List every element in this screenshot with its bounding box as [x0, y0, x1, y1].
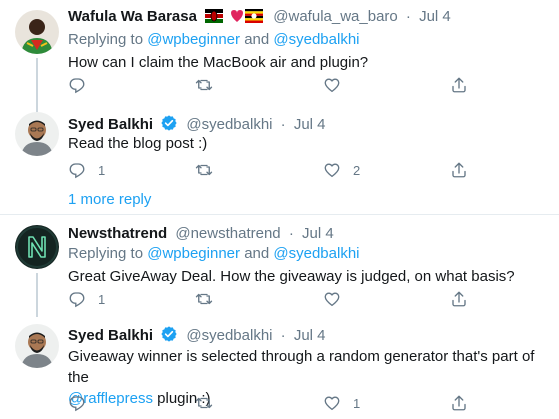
share-button[interactable] — [450, 75, 468, 95]
mention-link[interactable]: @syedbalkhi — [273, 31, 359, 48]
tweet-date[interactable]: Jul 4 — [302, 225, 334, 242]
like-button[interactable]: 2 — [323, 160, 360, 180]
tweet-text: Read the blog post :) — [68, 135, 208, 152]
tweet-newsthatrend[interactable]: Newsthatrend @newsthatrend · Jul 4 Reply… — [0, 215, 559, 317]
more-replies-link[interactable]: 1 more reply — [68, 190, 151, 210]
reply-button[interactable] — [68, 393, 98, 413]
tweet-actions: 1 — [68, 393, 488, 413]
tweet-text: Great GiveAway Deal. How the giveaway is… — [68, 268, 515, 285]
replying-to-label: Replying to — [68, 31, 144, 48]
heart-icon — [324, 78, 340, 93]
share-button[interactable] — [450, 289, 468, 309]
reply-icon — [69, 292, 85, 308]
heart-icon — [324, 163, 340, 178]
retweet-button[interactable] — [195, 289, 225, 309]
tweet-actions: 1 — [68, 289, 488, 309]
reply-button[interactable] — [68, 75, 98, 95]
display-name[interactable]: Syed Balkhi — [68, 116, 153, 133]
reply-icon — [69, 78, 85, 94]
tweet-text-line1: Giveaway winner is selected through a ra… — [68, 348, 535, 386]
like-count: 2 — [353, 162, 361, 178]
reply-icon — [69, 396, 85, 412]
thread-line — [36, 108, 38, 112]
username[interactable]: @wafula_wa_baro — [273, 8, 397, 25]
separator-dot: · — [280, 116, 286, 133]
reply-button[interactable]: 1 — [68, 289, 105, 309]
tweet-date[interactable]: Jul 4 — [294, 116, 326, 133]
share-button[interactable] — [450, 160, 468, 180]
retweet-icon — [195, 293, 213, 305]
mention-link[interactable]: @syedbalkhi — [273, 245, 359, 262]
display-name[interactable]: Syed Balkhi — [68, 327, 153, 344]
display-name[interactable]: Wafula Wa Barasa — [68, 8, 197, 25]
tweet-syed-2[interactable]: Syed Balkhi @syedbalkhi · Jul 4 Giveaway… — [0, 315, 559, 419]
reply-button[interactable]: 1 — [68, 160, 105, 180]
mention-link[interactable]: @wpbeginner — [147, 31, 240, 48]
avatar-newsthatrend[interactable] — [15, 225, 59, 269]
like-count: 1 — [353, 395, 361, 411]
separator-dot: · — [280, 327, 286, 344]
like-button[interactable] — [323, 289, 353, 309]
tweet-actions — [68, 75, 488, 95]
separator-dot: · — [405, 8, 411, 25]
reply-count: 1 — [98, 162, 106, 178]
share-button[interactable] — [450, 393, 468, 413]
username[interactable]: @newsthatrend — [175, 225, 280, 242]
replying-to: Replying to @wpbeginner and @syedbalkhi — [68, 244, 360, 264]
retweet-button[interactable] — [195, 75, 225, 95]
reply-count: 1 — [98, 291, 106, 307]
thread-line — [36, 273, 38, 317]
tweet-actions: 1 2 — [68, 160, 488, 180]
tweet-header: Newsthatrend @newsthatrend · Jul 4 — [68, 224, 334, 244]
retweet-icon — [195, 79, 213, 91]
avatar-wafula[interactable] — [15, 10, 59, 54]
like-button[interactable] — [323, 75, 353, 95]
tweet-text: How can I claim the MacBook air and plug… — [68, 54, 369, 71]
tweet-wafula[interactable]: Wafula Wa Barasa @wafula_wa_baro · Jul 4… — [0, 0, 559, 110]
separator-dot: · — [288, 225, 294, 242]
share-icon — [452, 162, 466, 178]
thread-line — [36, 58, 38, 108]
replying-to-label: Replying to — [68, 245, 144, 262]
retweet-button[interactable] — [195, 393, 225, 413]
heart-icon — [324, 292, 340, 307]
username[interactable]: @syedbalkhi — [186, 327, 272, 344]
tweet-header: Wafula Wa Barasa @wafula_wa_baro · Jul 4 — [68, 7, 451, 29]
retweet-icon — [195, 164, 213, 176]
username[interactable]: @syedbalkhi — [186, 116, 272, 133]
kenya-flag-heart-uganda-flag-emoji — [205, 9, 264, 29]
display-name[interactable]: Newsthatrend — [68, 225, 167, 242]
mention-link[interactable]: @wpbeginner — [147, 245, 240, 262]
retweet-button[interactable] — [195, 160, 225, 180]
share-icon — [452, 291, 466, 307]
tweet-date[interactable]: Jul 4 — [419, 8, 451, 25]
reply-icon — [69, 163, 85, 179]
replying-and: and — [244, 31, 270, 48]
tweet-date[interactable]: Jul 4 — [294, 327, 326, 344]
heart-icon — [324, 396, 340, 411]
like-button[interactable]: 1 — [323, 393, 360, 413]
share-icon — [452, 77, 466, 93]
tweet-syed-1[interactable]: Syed Balkhi @syedbalkhi · Jul 4 Read the… — [0, 108, 559, 210]
replying-and: and — [244, 245, 270, 262]
share-icon — [452, 395, 466, 411]
avatar-syed[interactable] — [15, 324, 59, 368]
replying-to: Replying to @wpbeginner and @syedbalkhi — [68, 30, 360, 50]
avatar-syed[interactable] — [15, 112, 59, 156]
retweet-icon — [195, 397, 213, 409]
